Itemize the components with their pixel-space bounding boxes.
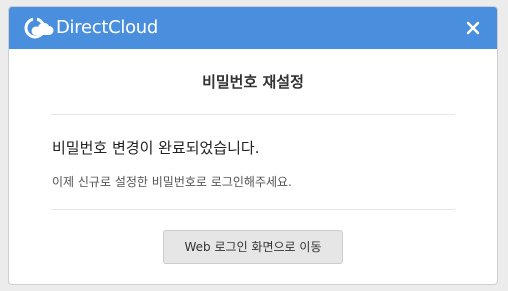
close-icon — [466, 21, 480, 35]
dialog-title: 비밀번호 재설정 — [202, 73, 304, 91]
directcloud-logo-icon — [24, 17, 54, 39]
divider — [51, 114, 455, 115]
password-reset-dialog: DirectCloud 비밀번호 재설정 비밀번호 변경이 완료되었습니다. 이… — [8, 6, 498, 285]
divider — [51, 209, 455, 210]
success-message: 비밀번호 변경이 완료되었습니다. — [52, 139, 260, 157]
close-button[interactable] — [463, 18, 483, 38]
brand-name: DirectCloud — [56, 17, 159, 38]
instruction-text: 이제 신규로 설정한 비밀번호로 로그인해주세요. — [52, 175, 292, 189]
brand: DirectCloud — [24, 15, 158, 41]
dialog-header: DirectCloud — [9, 7, 497, 49]
go-to-web-login-button[interactable]: Web 로그인 화면으로 이동 — [163, 230, 343, 264]
